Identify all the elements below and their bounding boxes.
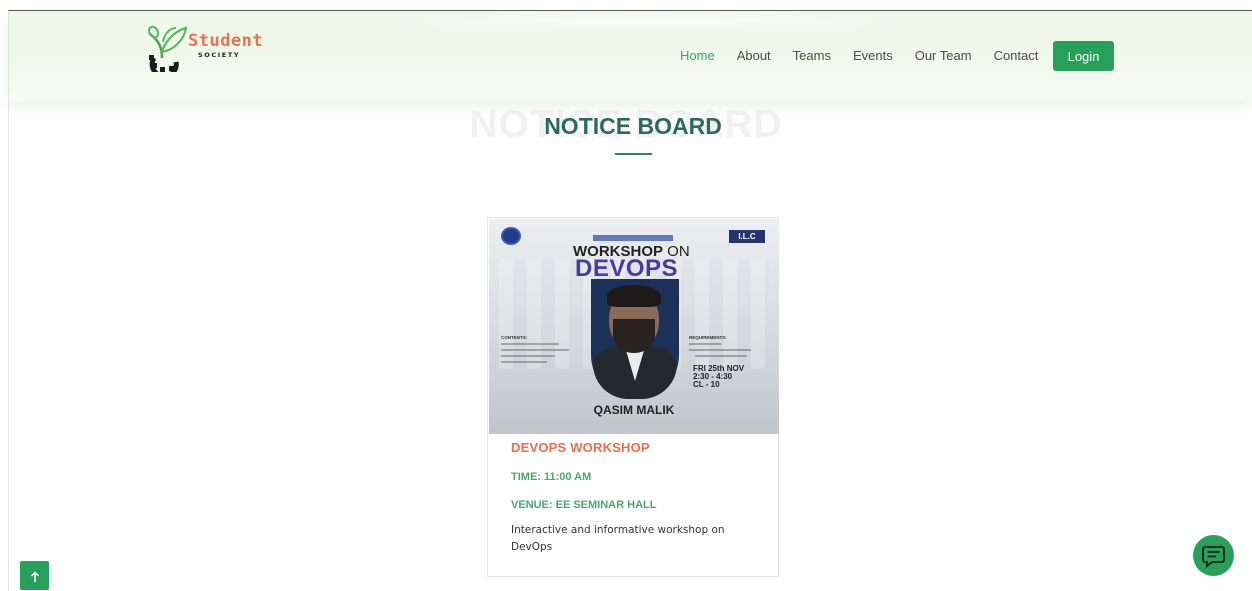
nav-item-home[interactable]: Home — [680, 48, 715, 63]
poster-date: FRI 25th NOV 2:30 - 4:30 CL - 10 — [693, 365, 744, 389]
poster-date-line3: CL - 10 — [693, 380, 720, 389]
scroll-to-top-button[interactable] — [20, 561, 49, 590]
brand-subtitle: SOCIETY — [198, 51, 241, 59]
title-underline — [615, 153, 652, 155]
login-button[interactable]: Login — [1053, 41, 1114, 71]
event-poster-image: I.L.C WORKSHOP ON DEVOPS CONTENTS: REQUI… — [489, 219, 779, 434]
event-venue: VENUE: EE SEMINAR HALL — [511, 499, 657, 511]
poster-speaker-name: QASIM MALIK — [593, 403, 675, 417]
chat-icon — [1202, 546, 1225, 568]
event-time: TIME: 11:00 AM — [511, 471, 592, 483]
event-title: DEVOPS WORKSHOP — [511, 440, 650, 455]
poster-contents-lines — [501, 343, 751, 363]
arrow-up-icon — [30, 571, 39, 582]
brand-logo[interactable]: Student SOCIETY — [140, 22, 280, 72]
header-glow — [389, 11, 909, 33]
brand-title: Student — [188, 31, 264, 51]
main-nav: Home About Teams Events Our Team Contact — [680, 48, 1060, 63]
event-description: Interactive and informative workshop on … — [511, 524, 725, 553]
chat-button[interactable] — [1193, 535, 1234, 576]
notice-card[interactable]: I.L.C WORKSHOP ON DEVOPS CONTENTS: REQUI… — [487, 217, 779, 577]
nav-item-about[interactable]: About — [737, 48, 771, 63]
notice-card-body: DEVOPS WORKSHOP TIME: 11:00 AM VENUE: EE… — [511, 440, 761, 556]
nav-item-events[interactable]: Events — [853, 48, 893, 63]
nav-item-our-team[interactable]: Our Team — [915, 48, 972, 63]
leaf-gear-icon — [148, 26, 188, 72]
nav-item-contact[interactable]: Contact — [994, 48, 1039, 63]
section-title: NOTICE BOARD — [544, 113, 722, 139]
nav-item-teams[interactable]: Teams — [793, 48, 831, 63]
